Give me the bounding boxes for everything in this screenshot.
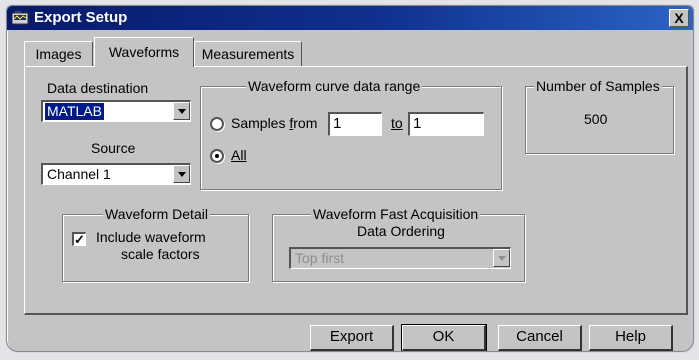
- export-button[interactable]: Export: [310, 325, 394, 351]
- close-icon: X: [674, 10, 684, 26]
- number-of-samples-value: 500: [584, 111, 608, 127]
- tab-images[interactable]: Images: [24, 41, 93, 66]
- number-of-samples-legend: Number of Samples: [534, 77, 662, 95]
- fast-acquisition-group: Waveform Fast Acquisition Data Ordering …: [272, 205, 525, 282]
- samples-from-label: Samples from: [231, 115, 318, 131]
- data-destination-value: MATLAB: [45, 103, 104, 120]
- fast-acquisition-legend: Waveform Fast Acquisition: [311, 205, 481, 223]
- to-label: to: [391, 115, 403, 131]
- source-label: Source: [91, 140, 136, 156]
- cancel-button[interactable]: Cancel: [498, 325, 582, 351]
- app-icon: [12, 11, 29, 25]
- tab-measurements[interactable]: Measurements: [194, 41, 302, 66]
- tab-measurements-label: Measurements: [201, 46, 295, 62]
- curve-range-legend: Waveform curve data range: [246, 77, 423, 95]
- data-ordering-label: Data Ordering: [357, 223, 445, 239]
- all-label: All: [231, 147, 247, 163]
- waveform-detail-group: Waveform Detail ✓ Include waveform scale…: [62, 205, 249, 282]
- number-of-samples-group: Number of Samples 500: [525, 77, 674, 154]
- chevron-down-icon[interactable]: [493, 249, 510, 267]
- title-bar[interactable]: Export Setup X: [7, 6, 693, 30]
- samples-from-input[interactable]: 1: [328, 112, 382, 136]
- tab-images-label: Images: [35, 46, 82, 62]
- waveform-detail-legend: Waveform Detail: [103, 205, 210, 223]
- window-title: Export Setup: [34, 9, 128, 26]
- tab-waveforms-label: Waveforms: [108, 44, 180, 60]
- source-select[interactable]: Channel 1: [41, 163, 191, 185]
- data-ordering-value: Top first: [295, 250, 345, 266]
- include-scale-factors-label-line1: Include waveform: [96, 229, 206, 245]
- all-radio[interactable]: [210, 149, 224, 163]
- curve-range-group: Waveform curve data range Samples from 1…: [200, 77, 502, 190]
- tab-waveforms[interactable]: Waveforms: [94, 37, 194, 67]
- chevron-down-icon[interactable]: [173, 165, 190, 183]
- waveforms-panel: Data destination MATLAB Source Channel 1…: [24, 66, 688, 315]
- ok-button[interactable]: OK: [401, 324, 487, 351]
- data-destination-select[interactable]: MATLAB: [41, 100, 191, 122]
- close-button[interactable]: X: [669, 9, 689, 27]
- include-scale-factors-label-line2: scale factors: [121, 246, 200, 262]
- samples-from-radio[interactable]: [210, 117, 224, 131]
- data-destination-label: Data destination: [47, 80, 149, 96]
- help-button[interactable]: Help: [589, 325, 673, 351]
- chevron-down-icon[interactable]: [173, 102, 190, 120]
- export-setup-dialog: Export Setup X Images Waveforms Measurem…: [6, 5, 694, 352]
- source-value: Channel 1: [47, 166, 111, 182]
- data-ordering-select[interactable]: Top first: [289, 247, 511, 269]
- include-scale-factors-checkbox[interactable]: ✓: [72, 232, 86, 246]
- samples-to-input[interactable]: 1: [408, 112, 484, 136]
